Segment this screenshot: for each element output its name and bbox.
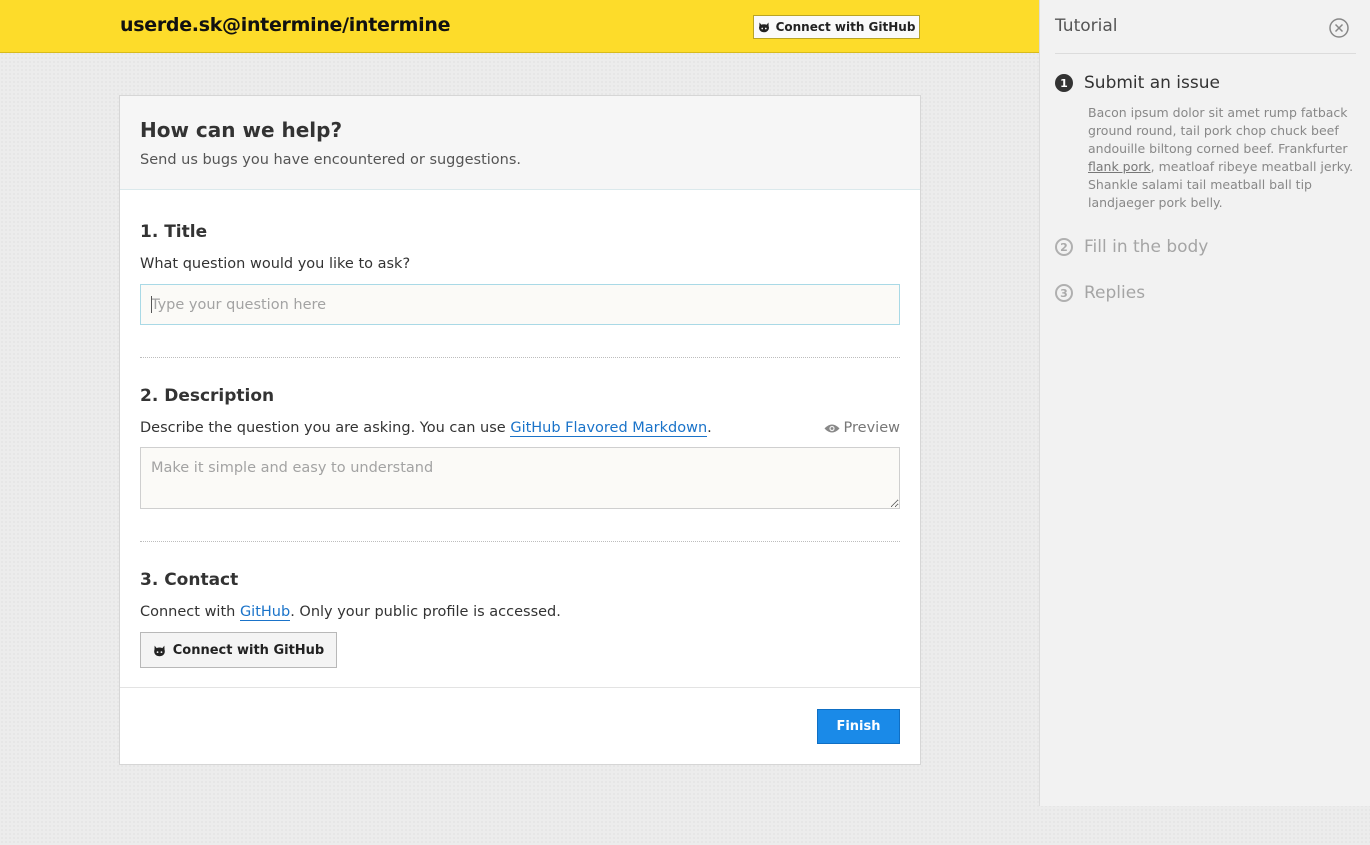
contact-section: 3. Contact Connect with GitHub. Only you… (140, 570, 900, 621)
step-number: 1 (1055, 74, 1073, 92)
description-text: Describe the question you are asking. Yo… (140, 420, 511, 436)
connect-github-button[interactable]: Connect with GitHub (140, 632, 337, 668)
title-section-question: What question would you like to ask? (140, 256, 411, 272)
title-section-heading: 1. Title (140, 222, 208, 242)
connect-github-header-label: Connect with GitHub (775, 20, 916, 34)
octocat-icon (153, 645, 165, 656)
repo-title: userde.sk@intermine/intermine (120, 14, 451, 36)
card-subheading: Send us bugs you have encountered or sug… (140, 152, 522, 168)
description-text-end: . (707, 420, 712, 436)
issue-form-card: How can we help? Send us bugs you have e… (119, 95, 921, 765)
contact-text: Connect with (140, 604, 240, 620)
step-label: Replies (1084, 283, 1146, 303)
connect-github-header-button[interactable]: Connect with GitHub (753, 15, 920, 39)
tutorial-step-2[interactable]: 2 Fill in the body (1055, 237, 1208, 257)
description-section-heading: 2. Description (140, 386, 275, 406)
tutorial-title: Tutorial (1055, 16, 1118, 36)
tutorial-separator (1055, 53, 1356, 54)
title-section: 1. Title What question would you like to… (140, 222, 900, 272)
finish-button[interactable]: Finish (817, 709, 900, 744)
github-link[interactable]: GitHub (239, 604, 291, 621)
step-body-text: Bacon ipsum dolor sit amet rump fatback … (1088, 105, 1348, 156)
markdown-link[interactable]: GitHub Flavored Markdown (510, 420, 708, 437)
tutorial-step-1[interactable]: 1 Submit an issue (1055, 73, 1220, 93)
title-input[interactable] (140, 284, 900, 325)
preview-toggle[interactable]: Preview (824, 420, 900, 436)
section-divider (140, 357, 900, 358)
close-icon[interactable] (1329, 18, 1349, 38)
octocat-icon (758, 22, 769, 33)
contact-instructions: Connect with GitHub. Only your public pr… (140, 604, 900, 621)
step-number: 2 (1055, 238, 1073, 256)
connect-github-label: Connect with GitHub (172, 642, 325, 658)
contact-section-heading: 3. Contact (140, 570, 239, 590)
tutorial-sidebar: Tutorial 1 Submit an issue Bacon ipsum d… (1039, 0, 1370, 806)
step-label: Submit an issue (1084, 73, 1220, 93)
description-textarea[interactable] (140, 447, 900, 509)
card-footer-divider (120, 687, 920, 688)
contact-text-end: . Only your public profile is accessed. (290, 604, 561, 620)
card-header: How can we help? Send us bugs you have e… (120, 96, 920, 190)
tutorial-step-3[interactable]: 3 Replies (1055, 283, 1145, 303)
description-section: 2. Description Describe the question you… (140, 386, 900, 437)
eye-icon (824, 424, 840, 432)
text-caret (151, 296, 152, 313)
step-label: Fill in the body (1084, 237, 1209, 257)
card-heading: How can we help? (140, 118, 343, 142)
top-bar: userde.sk@intermine/intermine Connect wi… (0, 0, 1039, 53)
step-number: 3 (1055, 284, 1073, 302)
preview-label: Preview (843, 420, 900, 436)
flank-pork-link[interactable]: flank pork (1088, 159, 1151, 174)
section-divider (140, 541, 900, 542)
description-instructions: Describe the question you are asking. Yo… (140, 420, 900, 437)
step-1-body: Bacon ipsum dolor sit amet rump fatback … (1088, 104, 1356, 212)
